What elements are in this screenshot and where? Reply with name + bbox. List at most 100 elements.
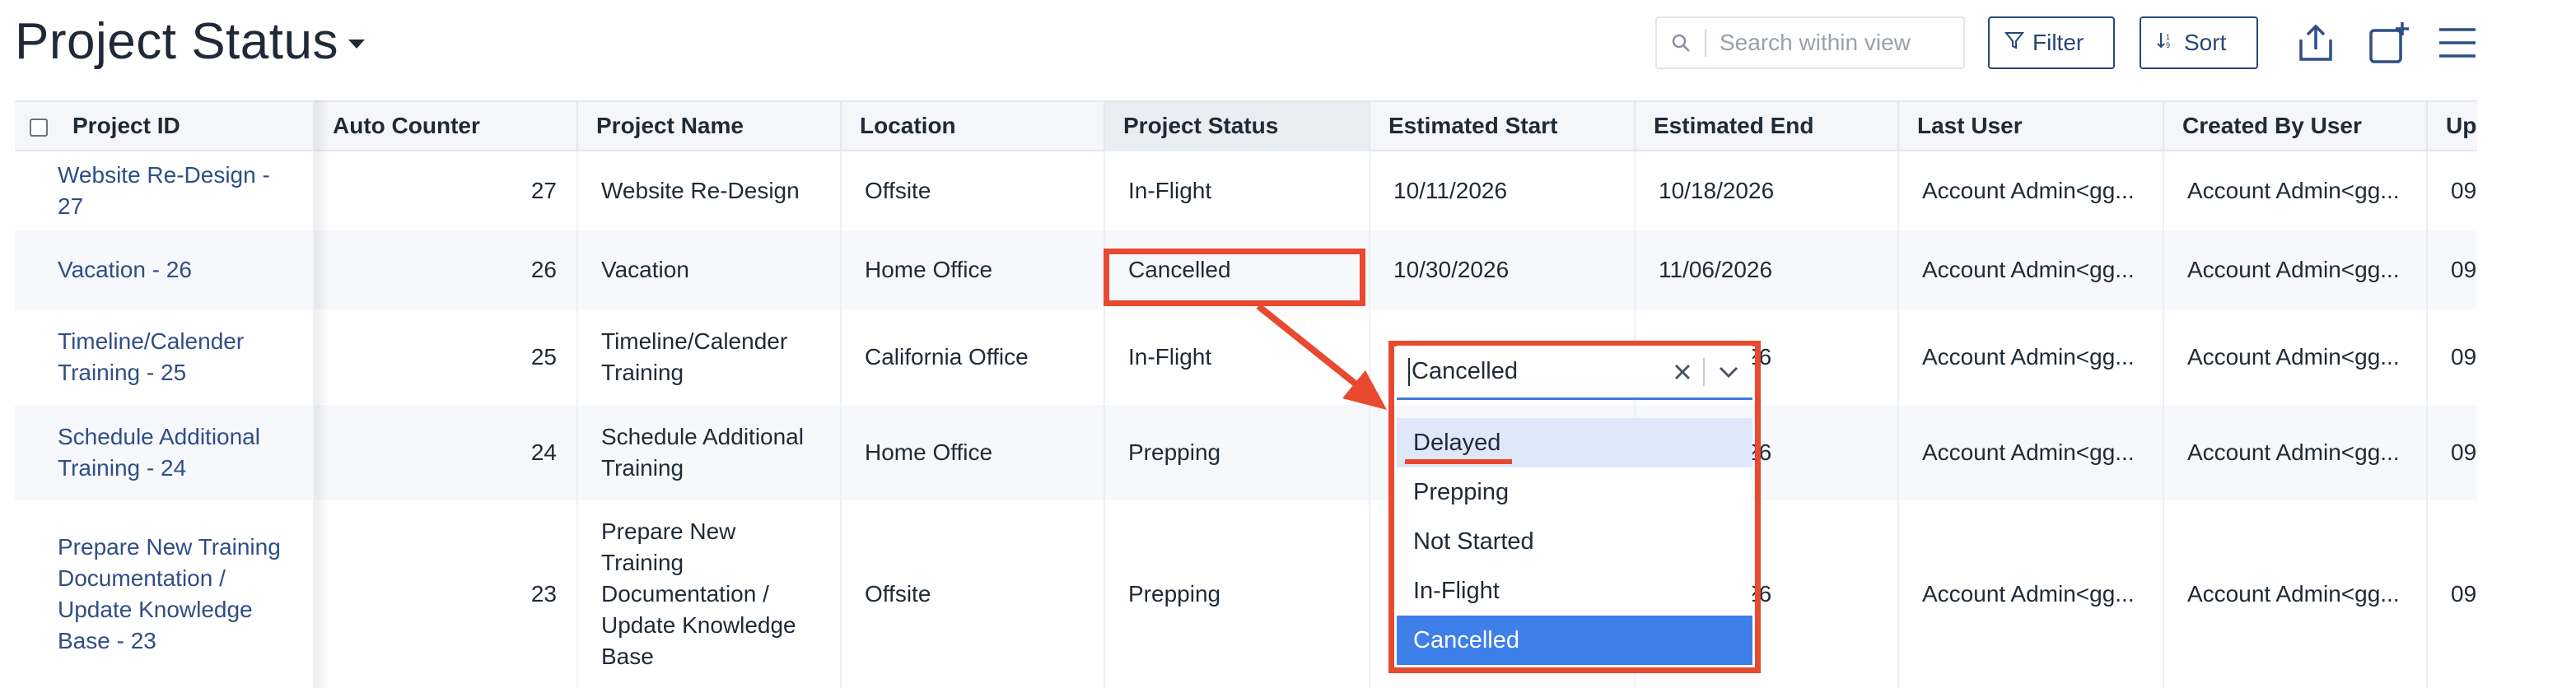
location-cell: California Office — [842, 309, 1105, 405]
project-name-line: Training — [601, 360, 684, 385]
project-id-line: Documentation / — [58, 565, 226, 591]
estimated-end-cell: 10/18/2026 — [1636, 151, 1899, 230]
header-estimated-end[interactable]: Estimated End — [1636, 102, 1899, 151]
status-cell[interactable]: Prepping — [1105, 500, 1370, 688]
search-placeholder: Search within view — [1720, 30, 1911, 55]
project-id-line: Website Re-Design - — [58, 162, 270, 188]
filter-button[interactable]: Filter — [1988, 16, 2115, 69]
filter-icon — [2004, 30, 2025, 56]
created-by-cell: Account Admin<gg... — [2164, 309, 2428, 405]
table-header: Project ID Auto Counter Project Name Loc… — [15, 100, 2477, 151]
chevron-down-icon[interactable] — [1705, 365, 1752, 379]
project-id-link[interactable]: Prepare New Training Documentation / Updat… — [15, 500, 315, 688]
status-select-value: Cancelled — [1412, 358, 1518, 384]
location-cell: Home Office — [842, 230, 1105, 309]
estimated-start-cell: 10/11/2026 — [1370, 151, 1636, 230]
status-options-list: Delayed Prepping Not Started In-Flight C… — [1397, 418, 1752, 667]
header-location[interactable]: Location — [842, 102, 1105, 151]
header-auto-counter[interactable]: Auto Counter — [315, 102, 578, 151]
project-name-cell: Timeline/Calender Training — [578, 309, 842, 405]
last-user-cell: Account Admin<gg... — [1899, 151, 2164, 230]
status-option-in-flight[interactable]: In-Flight — [1397, 566, 1752, 616]
project-name-line: Update Knowledge — [601, 612, 796, 638]
project-name-cell: Prepare New Training Documentation / Update… — [578, 500, 842, 688]
updated-cell: 09 — [2451, 178, 2477, 203]
updated-cell: 09 — [2451, 257, 2477, 282]
project-name-line: Base — [601, 644, 654, 669]
auto-counter-cell: 23 — [315, 500, 578, 688]
menu-icon[interactable] — [2434, 18, 2480, 67]
search-input[interactable]: Search within view — [1655, 16, 1965, 69]
svg-text:9: 9 — [2166, 41, 2170, 49]
project-name-cell: Website Re-Design — [578, 151, 842, 230]
table-row[interactable]: Schedule Additional Training - 24 24 Sche… — [15, 405, 2477, 500]
header-created-by-user[interactable]: Created By User — [2164, 102, 2428, 151]
project-name-line: Training — [601, 455, 684, 481]
project-id-line: Prepare New Training — [58, 534, 281, 560]
location-cell: Home Office — [842, 405, 1105, 500]
location-cell: Offsite — [842, 500, 1105, 688]
project-id-link[interactable]: Website Re-Design - 27 — [15, 151, 315, 230]
sort-label: Sort — [2184, 30, 2227, 55]
page-title: Project Status — [15, 12, 338, 70]
status-option-not-started[interactable]: Not Started — [1397, 517, 1752, 566]
last-user-cell: Account Admin<gg... — [1899, 230, 2164, 309]
project-id-line: 27 — [58, 193, 84, 219]
sort-icon: 19 — [2156, 30, 2176, 56]
last-user-cell: Account Admin<gg... — [1899, 500, 2164, 688]
data-table: Project ID Auto Counter Project Name Loc… — [15, 100, 2477, 688]
clear-icon[interactable] — [1662, 363, 1703, 381]
project-name-line: Training — [601, 550, 684, 575]
caret-down-icon[interactable] — [348, 39, 365, 49]
export-icon[interactable] — [2293, 18, 2339, 67]
project-name-line: Documentation / — [601, 581, 769, 607]
svg-text:1: 1 — [2166, 33, 2170, 41]
header-updated[interactable]: Up — [2428, 102, 2477, 151]
header-project-name[interactable]: Project Name — [578, 102, 842, 151]
status-select-input[interactable]: Cancelled — [1397, 346, 1752, 400]
updated-cell: 09 — [2451, 581, 2477, 607]
project-id-link[interactable]: Vacation - 26 — [15, 230, 315, 309]
created-by-cell: Account Admin<gg... — [2164, 230, 2428, 309]
add-view-icon[interactable] — [2367, 18, 2413, 67]
status-cell[interactable]: In-Flight — [1105, 151, 1370, 230]
table-row[interactable]: Prepare New Training Documentation / Updat… — [15, 500, 2477, 688]
project-id-line: Update Knowledge — [58, 597, 253, 622]
header-estimated-start[interactable]: Estimated Start — [1370, 102, 1636, 151]
auto-counter-cell: 25 — [315, 309, 578, 405]
annotation-highlight-box — [1104, 249, 1365, 306]
project-id-line: Training - 25 — [58, 360, 187, 385]
project-id-line: Schedule Additional — [58, 424, 260, 449]
auto-counter-cell: 26 — [315, 230, 578, 309]
auto-counter-cell: 24 — [315, 405, 578, 500]
table-row[interactable]: Website Re-Design - 27 27 Website Re-Desi… — [15, 151, 2477, 230]
updated-cell: 09 — [2451, 439, 2477, 465]
last-user-cell: Account Admin<gg... — [1899, 405, 2164, 500]
project-id-line: Timeline/Calender — [58, 328, 245, 354]
project-id-link[interactable]: Timeline/Calender Training - 25 — [15, 309, 315, 405]
view-title-dropdown[interactable]: Project Status — [15, 7, 365, 76]
created-by-cell: Account Admin<gg... — [2164, 151, 2428, 230]
header-project-status[interactable]: Project Status — [1105, 102, 1370, 151]
project-name-line: Timeline/Calender — [601, 328, 788, 354]
auto-counter-cell: 27 — [315, 151, 578, 230]
project-id-link[interactable]: Schedule Additional Training - 24 — [15, 405, 315, 500]
project-name-line: Prepare New — [601, 518, 736, 544]
project-id-line: Vacation - 26 — [58, 257, 192, 282]
status-cell[interactable]: Prepping — [1105, 405, 1370, 500]
project-id-line: Base - 23 — [58, 628, 156, 653]
table-row[interactable]: Timeline/Calender Training - 25 25 Timeli… — [15, 309, 2477, 405]
created-by-cell: Account Admin<gg... — [2164, 405, 2428, 500]
updated-cell: 09 — [2451, 344, 2477, 370]
sort-button[interactable]: 19 Sort — [2140, 16, 2258, 69]
estimated-start-cell: 10/30/2026 — [1370, 230, 1636, 309]
location-cell: Offsite — [842, 151, 1105, 230]
status-option-prepping[interactable]: Prepping — [1397, 467, 1752, 517]
status-cell[interactable]: In-Flight — [1105, 309, 1370, 405]
project-id-line: Training - 24 — [58, 455, 187, 481]
header-last-user[interactable]: Last User — [1899, 102, 2164, 151]
project-name-cell: Vacation — [578, 230, 842, 309]
status-option-cancelled[interactable]: Cancelled — [1397, 616, 1752, 665]
header-project-id[interactable]: Project ID — [15, 102, 315, 151]
project-name-cell: Schedule Additional Training — [578, 405, 842, 500]
